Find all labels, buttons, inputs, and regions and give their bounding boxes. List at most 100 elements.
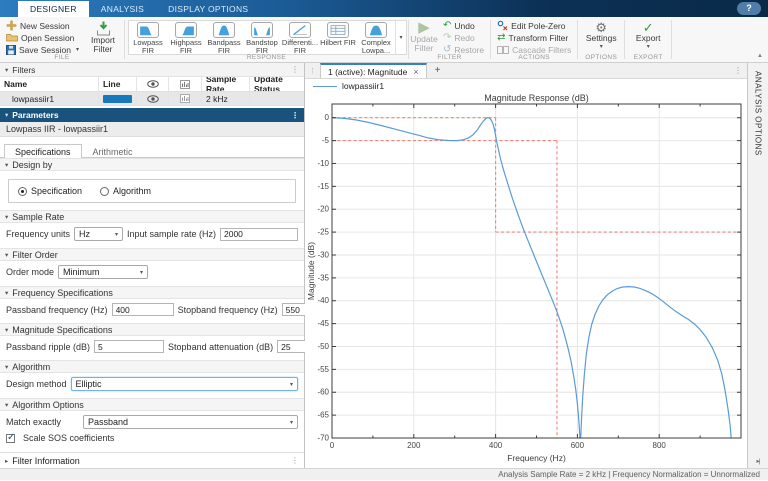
passband-frequency-field[interactable] xyxy=(111,303,174,316)
svg-text:-5: -5 xyxy=(322,136,330,145)
tab-specifications[interactable]: Specifications xyxy=(4,144,82,158)
svg-text:-50: -50 xyxy=(317,342,329,351)
chevron-down-icon: ▾ xyxy=(114,231,118,238)
tab-arithmetic[interactable]: Arithmetic xyxy=(82,144,144,158)
add-plot-tab-button[interactable]: + xyxy=(427,65,449,76)
visibility-column-header xyxy=(137,77,169,91)
scale-sos-checkbox[interactable] xyxy=(6,432,15,443)
stopband-attenuation-label: Stopband attenuation (dB) xyxy=(168,341,274,352)
magnitude-plot[interactable]: 0 200 400 600 800 0 -5 -10 -15 -20 -25 -30 -35 -40 -45… xyxy=(305,93,747,468)
import-filter-icon xyxy=(96,21,110,36)
open-session-button[interactable]: Open Session xyxy=(3,32,82,43)
response-item-highpass-fir[interactable]: Highpass FIR xyxy=(167,21,205,55)
chevron-down-icon: ▾ xyxy=(75,47,79,53)
response-item-lowpass-fir[interactable]: Lowpass FIR xyxy=(129,21,167,55)
svg-text:-65: -65 xyxy=(317,411,329,420)
settings-button[interactable]: ⚙ Settings ▾ xyxy=(581,19,621,52)
transform-filter-button[interactable]: ⇄ Transform Filter xyxy=(494,32,574,43)
tab-analysis[interactable]: ANALYSIS xyxy=(89,1,156,17)
left-panel: ▾ Filters ⋮ Name Line Sample Rate Update… xyxy=(0,63,344,468)
response-item-hilbert-fir[interactable]: Hilbert FIR xyxy=(319,21,357,54)
ribbon-group-filter: ▶ Update Filter ↶ Undo ↷ Redo ↺ Restore … xyxy=(409,17,490,62)
gallery-expand-button[interactable]: ▾ xyxy=(395,21,406,54)
design-method-select[interactable]: Elliptic ▾ xyxy=(70,377,298,391)
section-magnitude-specifications[interactable]: ▾ Magnitude Specifications xyxy=(0,323,304,336)
edit-pole-zero-button[interactable]: Edit Pole-Zero xyxy=(494,20,574,31)
magnitude-plot-tab[interactable]: 1 (active): Magnitude × xyxy=(320,63,427,78)
panel-grip-icon[interactable]: ⋮ xyxy=(305,67,320,75)
menu-icon[interactable]: ⋮ xyxy=(291,456,299,465)
response-item-differentiator-fir[interactable]: Differenti... FIR xyxy=(281,21,319,55)
redo-icon: ↷ xyxy=(443,31,452,43)
collapse-icon: ▾ xyxy=(5,112,9,119)
transform-icon: ⇄ xyxy=(497,31,506,43)
section-sample-rate[interactable]: ▾ Sample Rate xyxy=(0,210,304,223)
ribbon-group-response: Lowpass FIR Highpass FIR Bandpass FIR Ba… xyxy=(125,17,408,62)
menu-icon[interactable]: ⋮ xyxy=(291,65,299,74)
dock-panel-icon[interactable]: ▸| xyxy=(757,457,761,465)
input-sample-rate-field[interactable] xyxy=(220,227,298,241)
new-session-button[interactable]: New Session xyxy=(3,20,82,31)
import-filter-button[interactable]: Import Filter xyxy=(85,19,121,54)
ribbon: New Session Open Session Save Session ▾ … xyxy=(0,17,768,63)
match-exactly-select[interactable]: Passband ▾ xyxy=(83,415,298,429)
line-color-swatch[interactable] xyxy=(103,94,132,103)
tab-designer[interactable]: DESIGNER xyxy=(18,1,89,17)
filter-table-row[interactable]: lowpassiir1 2 kHz xyxy=(0,92,304,106)
bandpass-icon xyxy=(213,22,235,38)
section-filter-order[interactable]: ▾ Filter Order xyxy=(0,248,304,261)
svg-text:Magnitude Response (dB): Magnitude Response (dB) xyxy=(484,93,589,103)
chevron-down-icon: ▾ xyxy=(646,44,650,50)
status-bar-text: Analysis Sample Rate = 2 kHz | Frequency… xyxy=(498,470,760,479)
redo-button[interactable]: ↷ Redo xyxy=(440,32,487,43)
section-frequency-specifications[interactable]: ▾ Frequency Specifications xyxy=(0,286,304,299)
toolstrip-tabbar: DESIGNER ANALYSIS DISPLAY OPTIONS ? xyxy=(0,0,768,17)
tab-display-options[interactable]: DISPLAY OPTIONS xyxy=(156,1,260,17)
save-session-label: Save Session xyxy=(19,44,71,55)
analysis-options-strip[interactable]: ANALYSIS OPTIONS ▸| xyxy=(747,63,768,468)
actions-group-label: ACTIONS xyxy=(518,54,551,61)
parameters-panel-title: Parameters xyxy=(12,110,59,120)
section-algorithm-options[interactable]: ▾ Algorithm Options xyxy=(0,398,304,411)
svg-text:-55: -55 xyxy=(317,365,329,374)
stem-toggle[interactable] xyxy=(169,92,202,105)
svg-text:-30: -30 xyxy=(317,250,329,259)
chevron-down-icon: ▾ xyxy=(599,44,603,50)
section-algorithm[interactable]: ▾ Algorithm xyxy=(0,360,304,373)
filter-designer-app: DESIGNER ANALYSIS DISPLAY OPTIONS ? New … xyxy=(0,0,768,481)
svg-text:200: 200 xyxy=(407,441,421,450)
filters-panel-header[interactable]: ▾ Filters ⋮ xyxy=(0,63,304,77)
menu-icon[interactable]: ⋮ xyxy=(729,66,747,75)
radio-algorithm[interactable]: Algorithm xyxy=(100,186,151,196)
close-icon[interactable]: × xyxy=(413,67,418,77)
svg-text:-20: -20 xyxy=(317,205,329,214)
svg-text:600: 600 xyxy=(571,441,585,450)
response-item-bandpass-fir[interactable]: Bandpass FIR xyxy=(205,21,243,55)
collapse-ribbon-button[interactable]: ▲ xyxy=(757,53,763,59)
update-filter-button[interactable]: ▶ Update Filter xyxy=(410,19,437,53)
export-button[interactable]: ✓ Export ▾ xyxy=(628,19,668,52)
frequency-units-select[interactable]: Hz ▾ xyxy=(74,227,123,241)
eye-icon xyxy=(146,94,159,103)
section-design-by[interactable]: ▾ Design by xyxy=(0,158,304,171)
radio-specification[interactable]: Specification xyxy=(18,186,82,196)
passband-ripple-field[interactable] xyxy=(94,340,165,353)
parameters-panel-header[interactable]: ▾ Parameters ⋮ xyxy=(0,108,304,122)
restore-icon: ↺ xyxy=(443,43,452,55)
menu-icon[interactable]: ⋮ xyxy=(291,111,299,120)
help-button[interactable]: ? xyxy=(737,2,761,15)
visibility-toggle[interactable] xyxy=(137,92,169,105)
filter-sample-rate: 2 kHz xyxy=(202,92,250,105)
undo-button[interactable]: ↶ Undo xyxy=(440,20,487,31)
save-floppy-icon xyxy=(6,44,16,55)
response-item-complex-lowpass[interactable]: Complex Lowpa... xyxy=(357,21,395,55)
hilbert-icon xyxy=(327,22,349,38)
complex-lowpass-icon xyxy=(365,22,387,38)
design-by-box: Specification Algorithm xyxy=(8,179,296,203)
chevron-down-icon: ▾ xyxy=(140,269,144,276)
response-item-bandstop-fir[interactable]: Bandstop FIR xyxy=(243,21,281,55)
collapse-icon: ▾ xyxy=(5,161,9,169)
filter-information-header[interactable]: ▸ Filter Information ⋮ xyxy=(0,452,304,468)
svg-text:0: 0 xyxy=(330,441,335,450)
order-mode-select[interactable]: Minimum ▾ xyxy=(58,265,149,279)
